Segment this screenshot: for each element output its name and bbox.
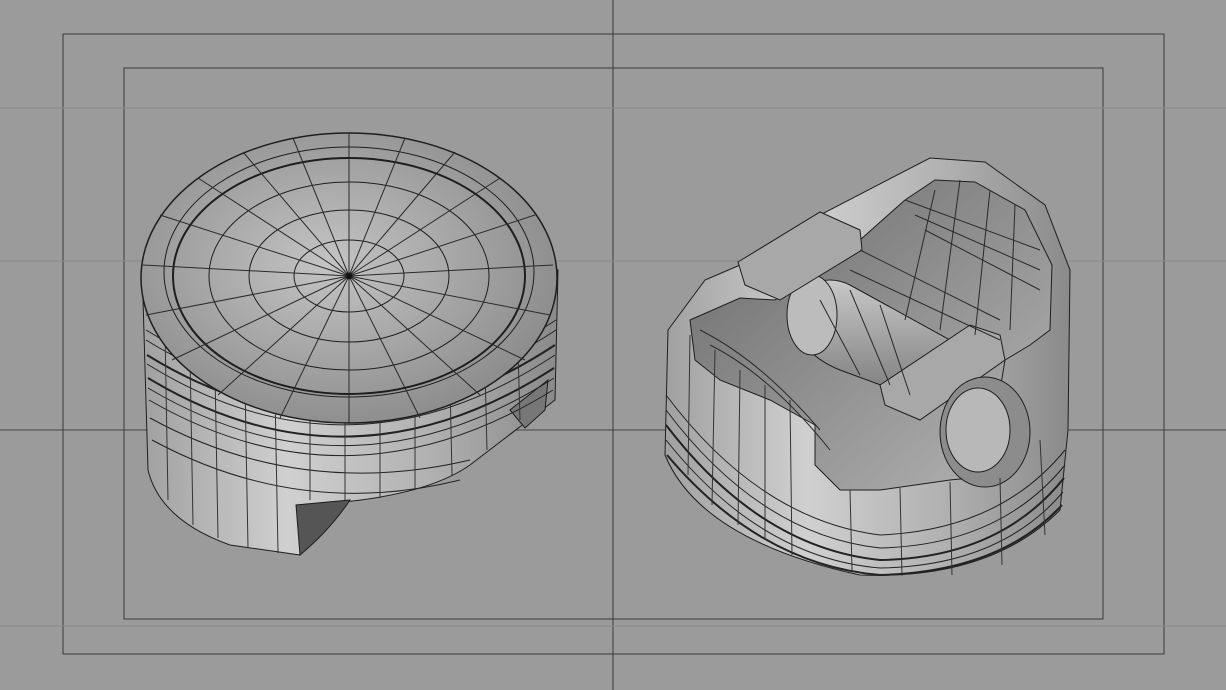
viewport-canvas[interactable] (0, 0, 1226, 690)
3d-viewport[interactable] (0, 0, 1226, 690)
skirt-window (295, 499, 351, 557)
crown-center (345, 272, 353, 280)
piston-bottom-view[interactable] (664, 157, 1071, 577)
pin-bore-inner (945, 387, 1011, 473)
piston-top-view[interactable] (140, 132, 559, 557)
